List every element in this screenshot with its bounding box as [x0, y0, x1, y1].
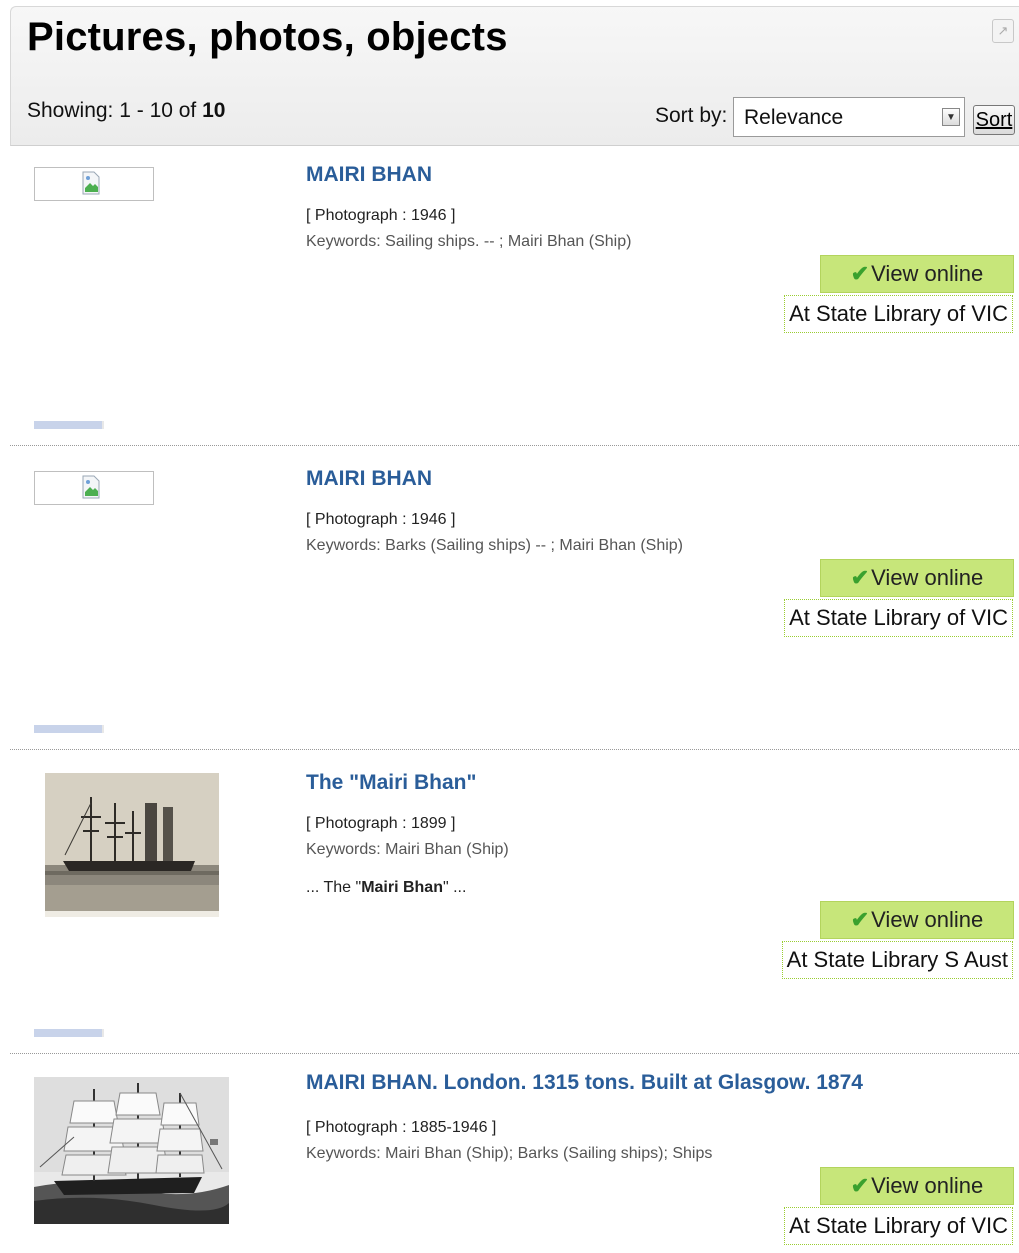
result-separator — [10, 445, 1019, 446]
check-icon: ✔ — [850, 1173, 870, 1198]
result-title-link[interactable]: MAIRI BHAN — [306, 163, 432, 187]
library-location: At State Library of VIC — [784, 295, 1013, 333]
view-online-button[interactable]: ✔View online — [820, 255, 1014, 293]
results-header: Pictures, photos, objects ↗ Showing: 1 -… — [10, 6, 1019, 146]
broken-image-icon — [82, 171, 100, 195]
sort-select-value: Relevance — [744, 106, 844, 129]
result-bar — [34, 421, 104, 429]
broken-image-icon[interactable] — [34, 471, 154, 505]
snippet-suffix: " ... — [442, 879, 467, 896]
broken-image-icon[interactable] — [34, 167, 154, 201]
library-location: At State Library of VIC — [784, 1207, 1013, 1245]
library-location: At State Library of VIC — [784, 599, 1013, 637]
check-icon: ✔ — [850, 565, 870, 590]
result-format: [ Photograph : 1946 ] — [306, 207, 456, 224]
result-bar — [34, 1029, 104, 1037]
showing-total: 10 — [202, 99, 226, 122]
result-item: The "Mairi Bhan" [ Photograph : 1899 ] K… — [0, 753, 1019, 1053]
view-online-label: View online — [871, 261, 984, 286]
result-title-link[interactable]: MAIRI BHAN. London. 1315 tons. Built at … — [306, 1071, 863, 1095]
snippet-prefix: ... The " — [306, 879, 362, 896]
ship-drawing-thumbnail[interactable] — [34, 1077, 229, 1224]
result-title-link[interactable]: The "Mairi Bhan" — [306, 771, 476, 795]
result-item: MAIRI BHAN [ Photograph : 1946 ] Keyword… — [0, 449, 1019, 749]
result-keywords: Keywords: Barks (Sailing ships) -- ; Mai… — [306, 537, 684, 554]
check-icon: ✔ — [850, 261, 870, 286]
result-format: [ Photograph : 1885-1946 ] — [306, 1119, 497, 1136]
sort-label: Sort by: — [655, 104, 728, 127]
result-keywords: Keywords: Mairi Bhan (Ship); Barks (Sail… — [306, 1145, 713, 1162]
snippet-highlight: Mairi Bhan — [361, 879, 443, 896]
ship-photo-thumbnail[interactable] — [45, 773, 219, 917]
result-separator — [10, 1053, 1019, 1054]
result-keywords: Keywords: Sailing ships. -- ; Mairi Bhan… — [306, 233, 632, 250]
result-format: [ Photograph : 1946 ] — [306, 511, 456, 528]
check-icon: ✔ — [850, 907, 870, 932]
result-title-link[interactable]: MAIRI BHAN — [306, 467, 432, 491]
view-online-button[interactable]: ✔View online — [820, 901, 1014, 939]
result-item: MAIRI BHAN [ Photograph : 1946 ] Keyword… — [0, 145, 1019, 445]
view-online-label: View online — [871, 1173, 984, 1198]
external-expand-icon[interactable]: ↗ — [992, 19, 1014, 43]
view-online-button[interactable]: ✔View online — [820, 559, 1014, 597]
result-keywords: Keywords: Mairi Bhan (Ship) — [306, 841, 509, 858]
view-online-label: View online — [871, 565, 984, 590]
result-snippet: ... The "Mairi Bhan" ... — [306, 879, 466, 897]
library-location: At State Library S Aust — [781, 941, 1013, 979]
result-item: MAIRI BHAN. London. 1315 tons. Built at … — [0, 1057, 1019, 1253]
ship-photo-image — [45, 773, 219, 917]
result-format: [ Photograph : 1899 ] — [306, 815, 456, 832]
ship-drawing-image — [34, 1077, 229, 1224]
broken-image-icon — [82, 475, 100, 499]
sort-button[interactable]: Sort — [973, 105, 1015, 135]
section-title: Pictures, photos, objects — [27, 15, 508, 59]
view-online-button[interactable]: ✔View online — [820, 1167, 1014, 1205]
result-count: Showing: 1 - 10 of 10 — [27, 99, 225, 123]
view-online-label: View online — [871, 907, 984, 932]
sort-select[interactable]: Relevance ▼ — [733, 97, 965, 137]
result-bar — [34, 725, 104, 733]
chevron-down-icon[interactable]: ▼ — [942, 108, 960, 126]
showing-prefix: Showing: 1 - 10 of — [27, 99, 203, 122]
result-separator — [10, 749, 1019, 750]
